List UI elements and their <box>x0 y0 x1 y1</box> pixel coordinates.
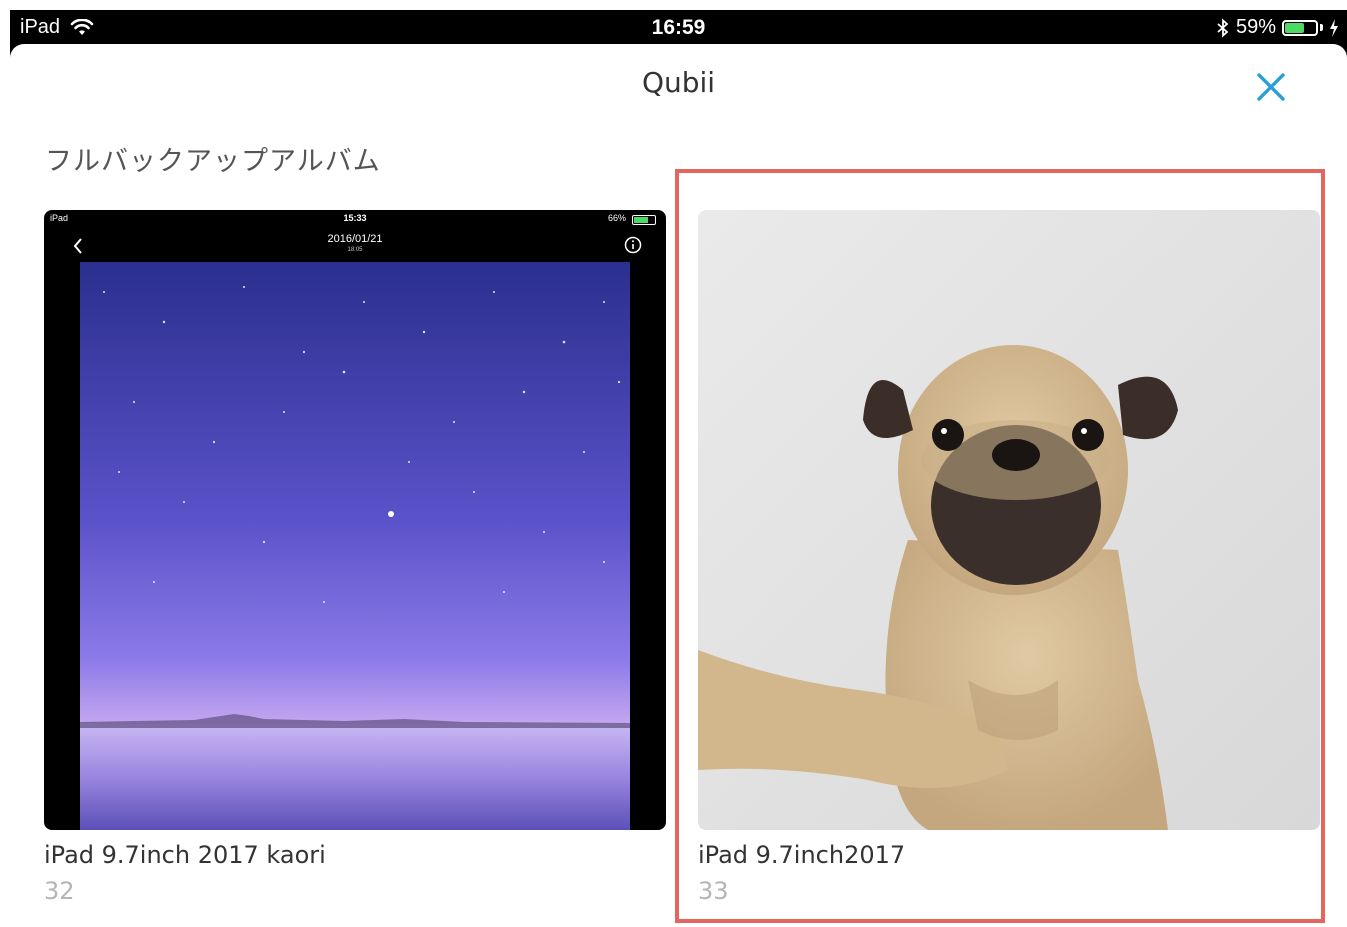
thumbnail-date-sub: 18:05 <box>347 247 363 253</box>
thumbnail-battery: 66% <box>607 213 626 223</box>
battery-percent: 59% <box>1235 16 1276 38</box>
thumbnail-battery-icon <box>632 215 656 225</box>
album-name: iPad 9.7inch 2017 kaori <box>44 841 326 869</box>
starry-sky-photo <box>80 262 630 830</box>
album-count: 32 <box>44 877 75 905</box>
thumbnail-time: 15:33 <box>343 213 367 223</box>
battery-level <box>1285 22 1304 33</box>
status-time: 16:59 <box>651 16 706 39</box>
album-card[interactable]: iPad 15:33 66% 2016/01/21 18:05 iPad 9.7… <box>44 210 666 905</box>
info-icon <box>624 236 642 254</box>
thumbnail-photo-area <box>44 262 666 830</box>
nav-title: Qubii <box>641 66 716 99</box>
charging-icon <box>1330 18 1338 37</box>
thumbnail-date: 2016/01/21 <box>327 233 383 245</box>
album-thumbnail[interactable]: iPad 15:33 66% 2016/01/21 18:05 <box>44 210 666 830</box>
section-title: フルバックアップアルバム <box>45 146 381 177</box>
close-icon[interactable] <box>1253 69 1289 105</box>
bluetooth-icon <box>1217 18 1229 37</box>
battery-icon <box>1282 19 1318 36</box>
battery-cap <box>1320 24 1323 31</box>
selection-highlight <box>675 169 1325 923</box>
thumbnail-nav-bar: 2016/01/21 18:05 <box>44 228 666 262</box>
thumbnail-status-bar: iPad 15:33 66% <box>44 210 666 228</box>
